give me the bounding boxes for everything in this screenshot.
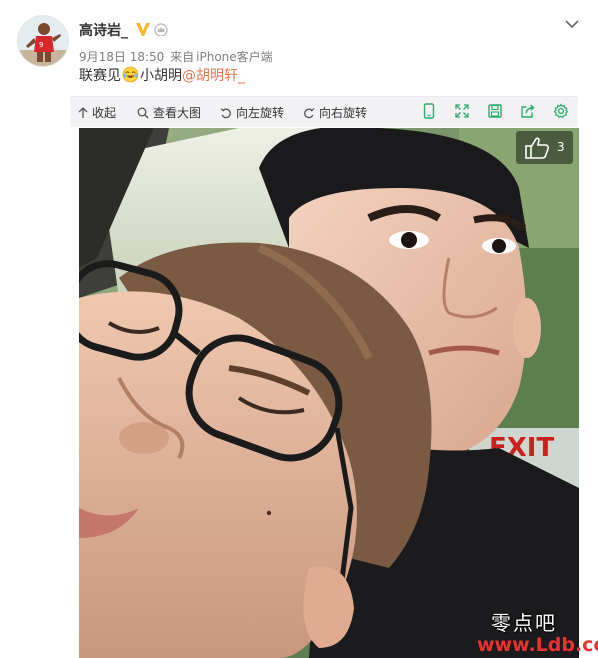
watermark-site-url: www.Ldb.cc	[477, 634, 598, 656]
view-large-label: 查看大图	[153, 106, 202, 120]
verified-v-icon	[136, 23, 150, 36]
phone-icon[interactable]	[421, 103, 437, 119]
post-source[interactable]: iPhone客户端	[196, 50, 273, 64]
rotate-right-icon	[304, 107, 315, 118]
watermark-site-name: 零点吧	[491, 611, 557, 635]
post-text-part1: 联赛见	[79, 68, 121, 84]
thumbs-up-icon	[525, 137, 550, 159]
post-text: 联赛见 小胡明@胡明轩_	[79, 66, 245, 86]
gear-icon[interactable]	[553, 103, 569, 119]
collapse-label: 收起	[92, 106, 117, 120]
collapse-button[interactable]: 收起	[78, 104, 116, 121]
like-count: 3	[557, 140, 565, 154]
post-date[interactable]: 9月18日 18:50	[79, 50, 164, 64]
laughing-tears-emoji-icon	[122, 66, 139, 83]
username[interactable]: 高诗岩_	[79, 20, 128, 40]
member-crown-icon[interactable]	[154, 23, 168, 36]
arrow-up-icon	[78, 106, 88, 118]
search-icon	[137, 107, 149, 118]
source-prefix: 来自	[170, 50, 195, 64]
fullscreen-icon[interactable]	[454, 103, 470, 119]
save-icon[interactable]	[487, 103, 503, 119]
rotate-left-label: 向左旋转	[236, 106, 285, 120]
rotate-right-button[interactable]: 向右旋转	[303, 104, 367, 121]
user-avatar[interactable]: 9	[18, 16, 68, 66]
image-toolbar: 收起 查看大图 向左旋转 向右旋转	[70, 96, 578, 127]
share-icon[interactable]	[520, 103, 536, 119]
svg-text:9: 9	[39, 41, 43, 49]
mention-link[interactable]: @胡明轩_	[182, 68, 245, 84]
rotate-left-button[interactable]: 向左旋转	[220, 104, 284, 121]
post-text-part2: 小胡明	[140, 68, 182, 84]
selfie-image: EXIT	[79, 128, 579, 658]
chevron-down-icon[interactable]	[563, 16, 581, 32]
post-photo[interactable]: EXIT	[79, 128, 579, 658]
post-meta: 9月18日 18:50 来自 iPhone客户端	[79, 48, 275, 65]
rotate-right-label: 向右旋转	[319, 106, 368, 120]
view-large-button[interactable]: 查看大图	[137, 104, 201, 121]
rotate-left-icon	[220, 107, 231, 118]
